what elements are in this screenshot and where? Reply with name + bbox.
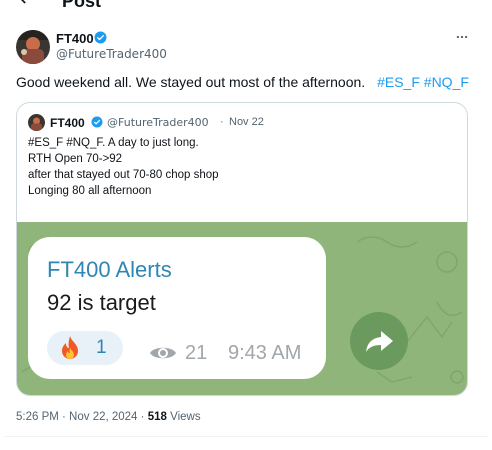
avatar[interactable] xyxy=(16,30,50,64)
hashtag-link[interactable]: #NQ_F xyxy=(424,74,469,90)
message-time: 9:43 AM xyxy=(228,342,302,364)
post-metadata: 5:26 PM · Nov 22, 2024 · 518 Views xyxy=(16,411,201,423)
quote-line: #ES_F #NQ_F. A day to just long. xyxy=(28,137,199,149)
post-timestamp[interactable]: 5:26 PM · Nov 22, 2024 xyxy=(16,411,137,423)
tweet-body: Good weekend all. We stayed out most of … xyxy=(16,74,366,90)
divider xyxy=(4,436,488,437)
verified-badge-icon xyxy=(94,31,107,44)
quote-media-screenshot[interactable]: FT400 Alerts 92 is target 1 21 9:43 AM xyxy=(17,222,467,395)
views-count[interactable]: 518 xyxy=(148,411,167,423)
forward-arrow-icon xyxy=(366,331,393,352)
page-title: Post xyxy=(62,0,102,11)
tweet-text: Good weekend all. We stayed out most of … xyxy=(16,74,469,90)
verified-badge-icon xyxy=(91,116,103,128)
more-icon[interactable] xyxy=(455,30,469,44)
quote-line: after that stayed out 70-80 chop shop xyxy=(28,169,219,181)
quote-avatar xyxy=(28,114,45,131)
forward-button xyxy=(350,312,408,370)
metadata-separator: · xyxy=(140,411,145,423)
channel-title: FT400 Alerts xyxy=(47,257,172,282)
author-handle[interactable]: @FutureTrader400 xyxy=(56,47,167,61)
reaction-count: 1 xyxy=(96,337,107,358)
quoted-post[interactable]: FT400 @FutureTrader400 · Nov 22 #ES_F #N… xyxy=(16,102,468,396)
views-label: Views xyxy=(170,411,201,423)
author-name[interactable]: FT400 xyxy=(56,31,94,46)
back-arrow-icon[interactable] xyxy=(16,0,36,8)
eye-icon xyxy=(150,347,176,359)
hashtag-link[interactable]: #ES_F xyxy=(377,74,420,90)
reaction-pill: 1 xyxy=(47,331,123,365)
quote-line: RTH Open 70->92 xyxy=(28,153,123,165)
top-bar: Post xyxy=(0,0,492,12)
message-view-count: 21 xyxy=(185,342,208,364)
quote-date: Nov 22 xyxy=(229,116,264,128)
quote-line: Longing 80 all afternoon xyxy=(28,185,152,197)
quote-text: #ES_F #NQ_F. A day to just long. RTH Ope… xyxy=(28,135,219,199)
telegram-message-bubble: FT400 Alerts 92 is target 1 21 9:43 AM xyxy=(28,237,326,379)
message-text: 92 is target xyxy=(47,290,156,315)
quote-author-name: FT400 xyxy=(50,116,85,130)
quote-separator: · xyxy=(220,116,224,128)
quote-author-handle: @FutureTrader400 xyxy=(107,116,209,129)
fire-icon xyxy=(62,336,78,359)
